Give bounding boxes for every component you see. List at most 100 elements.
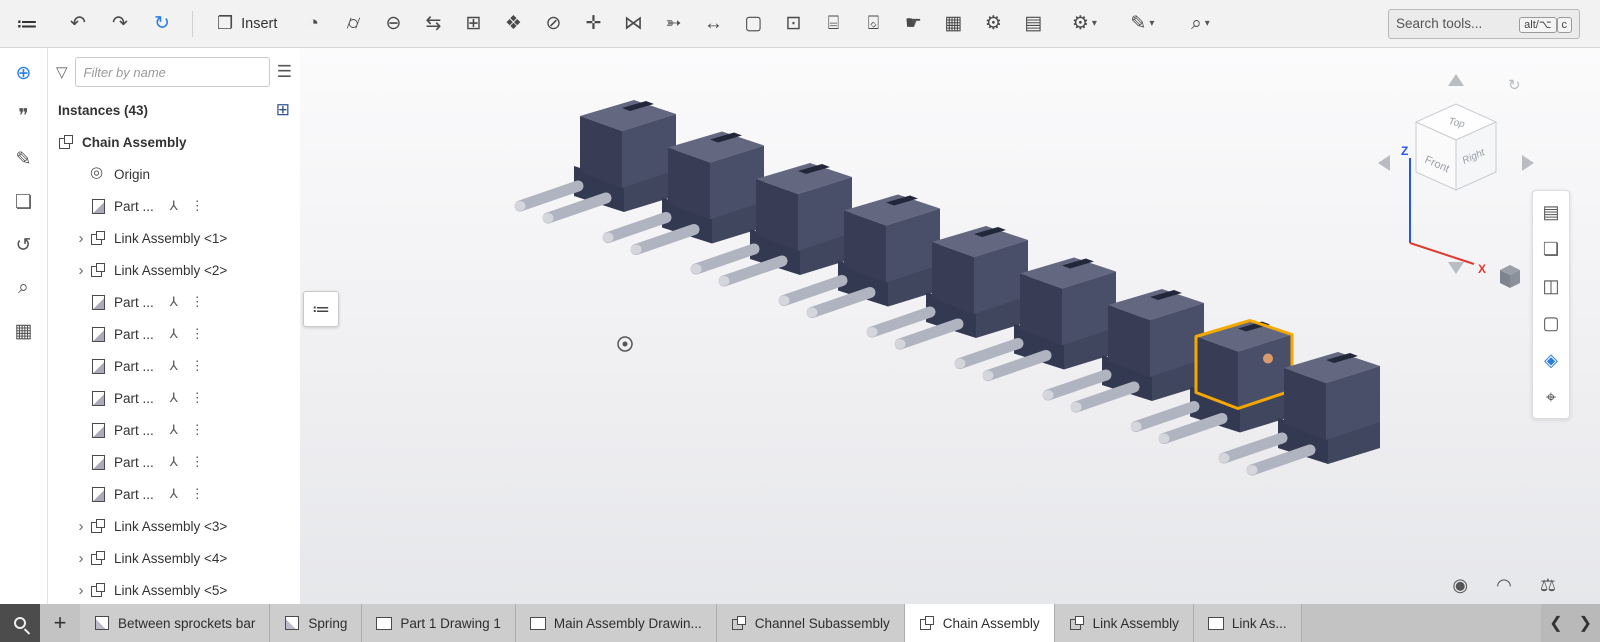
document-tab[interactable]: Link As...	[1193, 604, 1302, 642]
mass-properties-icon[interactable]: ⚖	[1540, 575, 1556, 596]
transform-icon[interactable]: ☛	[893, 5, 933, 43]
left-panel-strip: ⊕ ❞ ✎ ❏ ↺ ⌕ ▦	[0, 48, 48, 604]
parallel-mate-icon[interactable]: ⋈	[613, 5, 653, 43]
slider-mate-icon[interactable]: ⇆	[413, 5, 453, 43]
app-menu-icon[interactable]: ≔	[10, 5, 44, 43]
model-list-icon[interactable]: ▤	[1536, 197, 1566, 227]
expand-chevron-icon[interactable]: ›	[72, 262, 90, 279]
chain-link-instance[interactable]	[515, 100, 677, 223]
document-tab[interactable]: Part 1 Drawing 1	[362, 604, 516, 642]
add-tab-button[interactable]: +	[40, 604, 80, 642]
pin-slot-mate-icon[interactable]: ⊘	[533, 5, 573, 43]
update-document-button[interactable]: ↻	[142, 5, 182, 43]
search-tools-input[interactable]: Search tools... alt/⌥ c	[1388, 8, 1580, 39]
insert-revolve-icon[interactable]: ⌸	[813, 5, 853, 43]
rotate-left-arrow[interactable]	[1378, 155, 1390, 171]
measure-align-icon[interactable]: ↔	[693, 5, 733, 43]
ball-mate-icon[interactable]: ⊖	[373, 5, 413, 43]
create-subassembly-icon[interactable]: ⊞	[276, 100, 290, 120]
rotate-down-arrow[interactable]	[1448, 262, 1464, 274]
document-tab[interactable]: Spring	[270, 604, 363, 642]
undo-button[interactable]: ↶	[58, 5, 98, 43]
document-tab[interactable]: Between sprockets bar	[80, 604, 271, 642]
comments-panel-icon[interactable]: ❞	[9, 101, 39, 131]
tree-row[interactable]: › Origin ⅄ ⋮	[48, 158, 300, 190]
chain-assembly-model[interactable]	[515, 100, 1381, 475]
instances-panel-icon[interactable]: ⊕	[9, 58, 39, 88]
expand-chevron-icon[interactable]: ›	[72, 582, 90, 599]
scroll-tabs-left-button[interactable]: ❮	[1549, 613, 1562, 633]
assembly-icon	[919, 615, 935, 631]
view-cube-body[interactable]: Top Front Right	[1414, 103, 1498, 191]
tree-row[interactable]: › Chain Assembly ⅄ ⋮	[48, 126, 300, 158]
replicate-icon[interactable]: ⊡	[773, 5, 813, 43]
render-quality-icon[interactable]: ◈	[1536, 345, 1566, 375]
assembly-settings-menu[interactable]: ⚙ ▾	[1055, 5, 1113, 43]
history-panel-icon[interactable]: ↺	[9, 230, 39, 260]
tree-row[interactable]: › Link Assembly <5> ⅄ ⋮	[48, 574, 300, 604]
notes-panel-icon[interactable]: ✎	[9, 144, 39, 174]
selection-box-icon[interactable]: ▢	[733, 5, 773, 43]
snap-mode-menu[interactable]: ⌕ ▾	[1171, 5, 1229, 43]
fastened-mate-icon[interactable]: ✛	[573, 5, 613, 43]
bom-panel-icon[interactable]: ▦	[9, 316, 39, 346]
tree-row[interactable]: › Part ... ⅄ ⋮	[48, 414, 300, 446]
linear-pattern-icon[interactable]: ⊞	[453, 5, 493, 43]
pattern-grid-icon[interactable]: ▦	[933, 5, 973, 43]
filter-by-name-input[interactable]	[74, 57, 270, 87]
origin-marker[interactable]	[617, 336, 633, 352]
part-icon	[90, 454, 106, 470]
search-tabs-button[interactable]	[0, 604, 40, 642]
tree-row[interactable]: › Link Assembly <2> ⅄ ⋮	[48, 254, 300, 286]
tree-row[interactable]: › Link Assembly <1> ⅄ ⋮	[48, 222, 300, 254]
group-parts-icon[interactable]: ⌺	[853, 5, 893, 43]
bom-edit-menu[interactable]: ✎ ▾	[1113, 5, 1171, 43]
tree-row[interactable]: › Part ... ⅄ ⋮	[48, 318, 300, 350]
circular-pattern-icon[interactable]: ❖	[493, 5, 533, 43]
tree-row[interactable]: › Part ... ⅄ ⋮	[48, 286, 300, 318]
assembly-viewport[interactable]: ≔ ↻ Top Front Right Z X ▤ ❏ ◫ ▢ ◈ ⌖ ◉ ◠ …	[300, 48, 1600, 604]
performance-icon[interactable]: ◠	[1496, 575, 1512, 596]
display-states-icon[interactable]: ◫	[1536, 271, 1566, 301]
view-cube: ↻ Top Front Right Z X	[1368, 58, 1544, 288]
rotate-up-arrow[interactable]	[1448, 74, 1464, 86]
document-tab[interactable]: Channel Subassembly	[716, 604, 905, 642]
configurations-cube-icon[interactable]: ❏	[1536, 234, 1566, 264]
origin-icon	[90, 165, 106, 182]
feature-list-flyout-button[interactable]: ≔	[303, 291, 339, 327]
configurations-icon[interactable]: ⚙	[973, 5, 1013, 43]
tree-row[interactable]: › Link Assembly <4> ⅄ ⋮	[48, 542, 300, 574]
part-icon	[90, 358, 106, 374]
measure-icon[interactable]: ⌖	[1536, 382, 1566, 412]
tree-row[interactable]: › Part ... ⅄ ⋮	[48, 446, 300, 478]
list-view-icon[interactable]: ☰	[277, 62, 292, 82]
appearance-icon[interactable]: ◉	[1452, 575, 1468, 596]
dof-flag-icon: ⋮	[190, 390, 204, 405]
redo-button[interactable]: ↷	[100, 5, 140, 43]
search-shortcut: alt/⌥ c	[1519, 15, 1572, 33]
rotate-right-arrow[interactable]	[1522, 155, 1534, 171]
tree-row[interactable]: › Part ... ⅄ ⋮	[48, 382, 300, 414]
expand-chevron-icon[interactable]: ›	[72, 230, 90, 247]
document-tab[interactable]: Chain Assembly	[904, 604, 1055, 642]
mate-tool-icon[interactable]: ◔	[293, 5, 333, 43]
tree-row[interactable]: › Part ... ⅄ ⋮	[48, 478, 300, 510]
tree-row[interactable]: › Part ... ⅄ ⋮	[48, 350, 300, 382]
roll-view-arrow[interactable]: ↻	[1508, 77, 1521, 94]
named-views-icon[interactable]: ▤	[1013, 5, 1053, 43]
document-tab[interactable]: Link Assembly	[1054, 604, 1194, 642]
expand-chevron-icon[interactable]: ›	[72, 518, 90, 535]
tab-label: Link As...	[1231, 615, 1287, 631]
search-panel-icon[interactable]: ⌕	[9, 273, 39, 303]
mate-relation-icon[interactable]: ➳	[653, 5, 693, 43]
expand-chevron-icon[interactable]: ›	[72, 550, 90, 567]
document-tab[interactable]: Main Assembly Drawin...	[515, 604, 717, 642]
section-view-icon[interactable]: ▢	[1536, 308, 1566, 338]
isometric-view-icon[interactable]	[1500, 265, 1520, 288]
scroll-tabs-right-button[interactable]: ❯	[1579, 613, 1592, 633]
insert-button[interactable]: ❐ Insert	[203, 7, 291, 40]
revolute-mate-icon[interactable]: ⌭	[333, 5, 373, 43]
properties-panel-icon[interactable]: ❏	[9, 187, 39, 217]
tree-row[interactable]: › Part ... ⅄ ⋮	[48, 190, 300, 222]
tree-row[interactable]: › Link Assembly <3> ⅄ ⋮	[48, 510, 300, 542]
